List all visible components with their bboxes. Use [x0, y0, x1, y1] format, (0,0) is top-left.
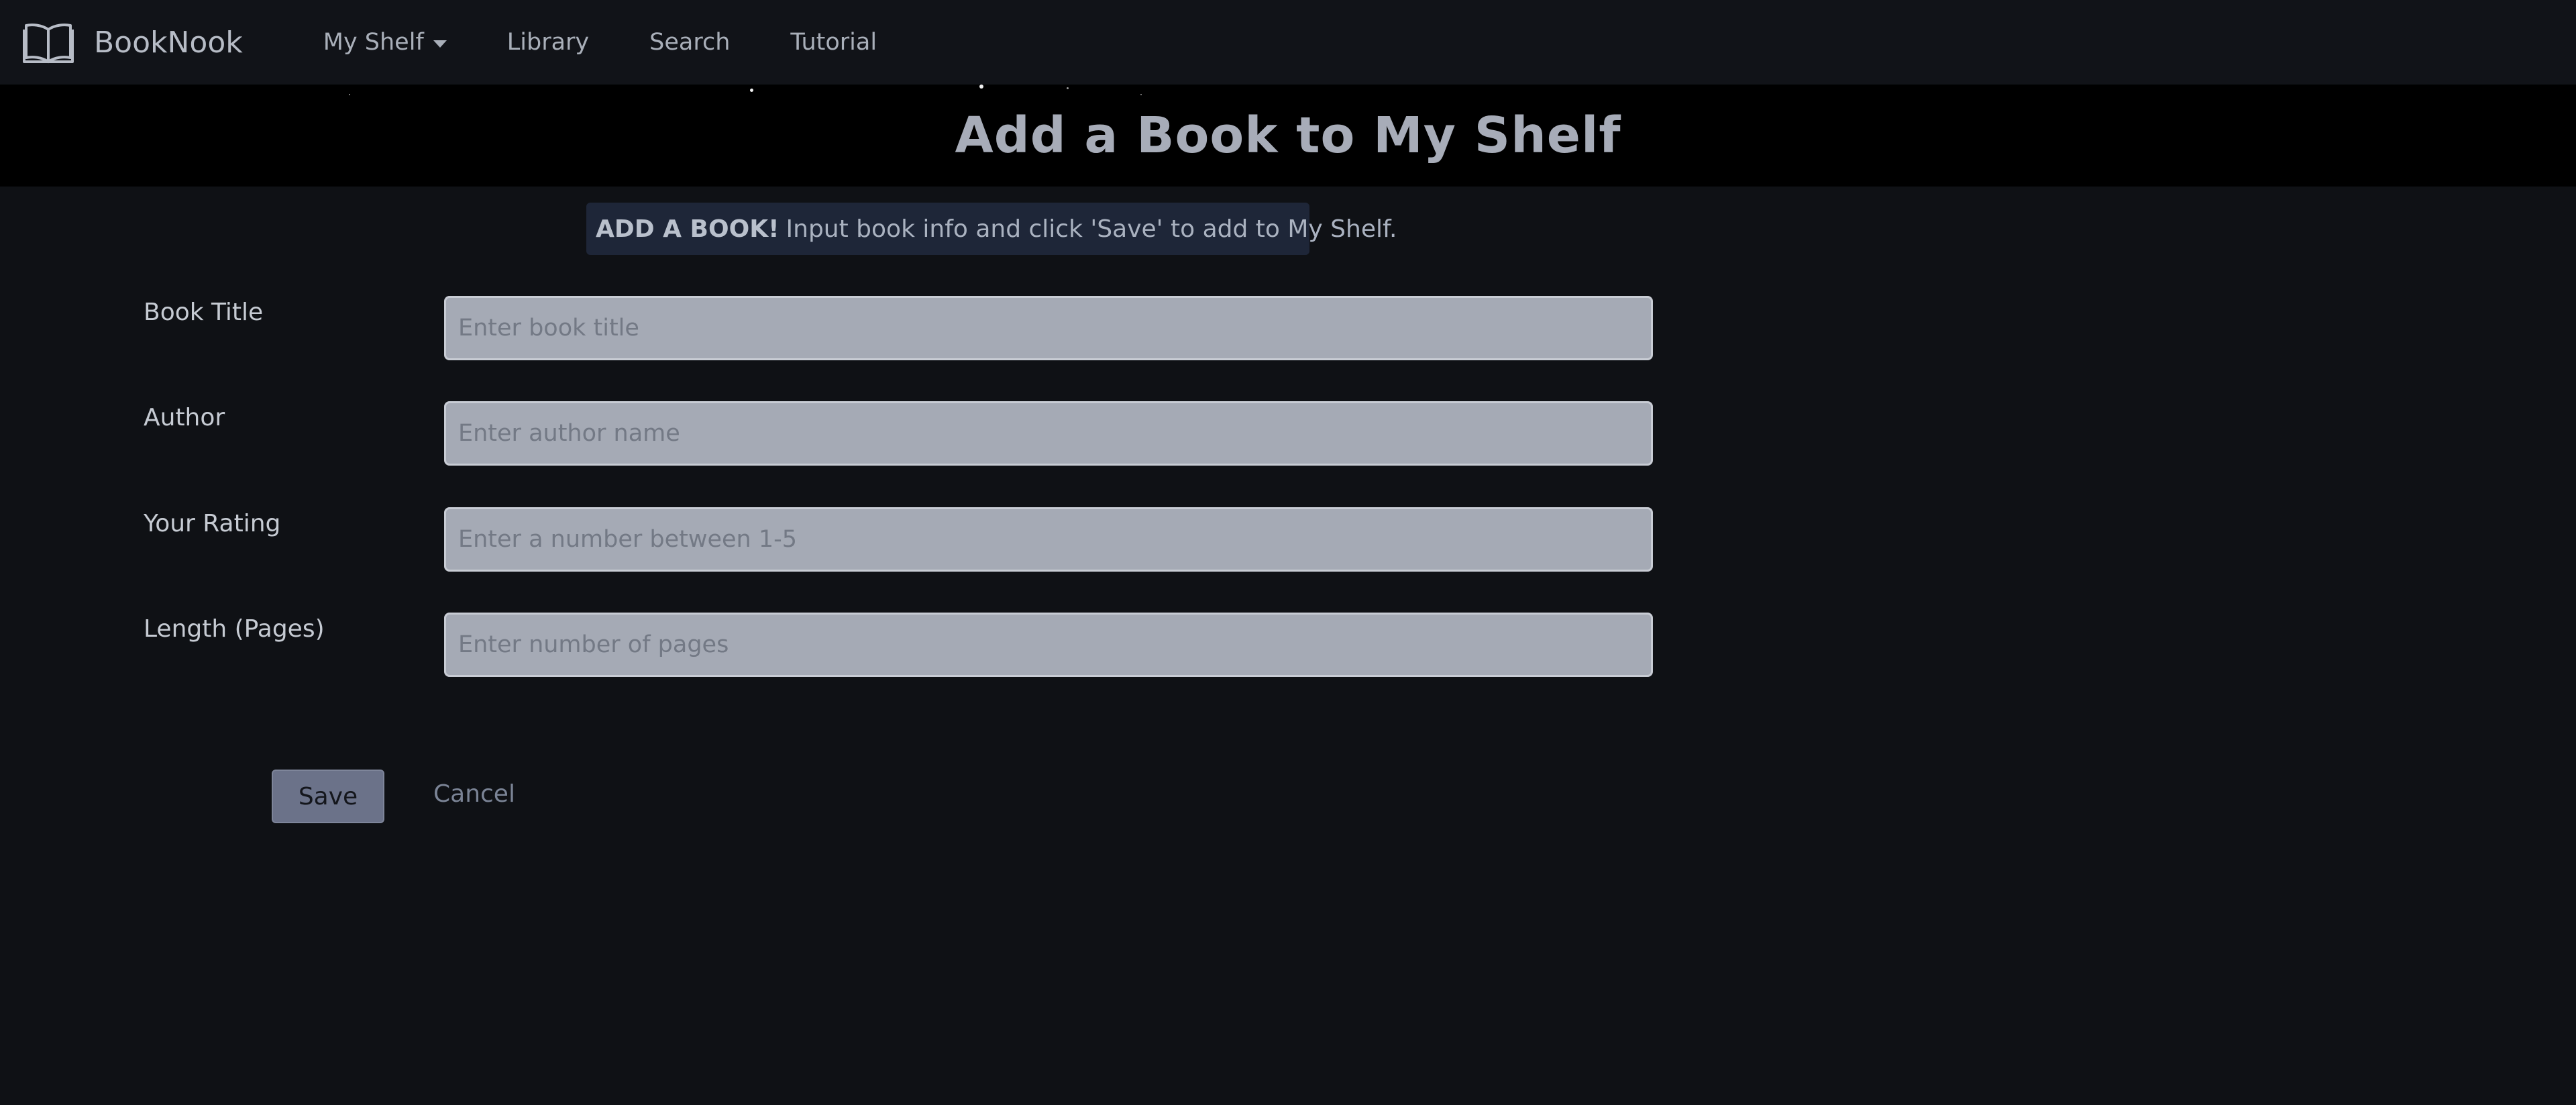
brand-link[interactable]: BookNook: [23, 0, 243, 85]
author-label: Author: [144, 404, 225, 431]
book-title-label: Book Title: [144, 299, 264, 326]
hero-banner: Add a Book to My Shelf: [0, 85, 2576, 187]
nav-item-library[interactable]: Library: [507, 29, 589, 56]
length-input[interactable]: [444, 613, 1653, 677]
nav-item-label: My Shelf: [323, 29, 424, 56]
caret-down-icon: [433, 40, 447, 48]
alert-text: Input book info and click 'Save' to add …: [786, 215, 1397, 243]
nav-item-tutorial[interactable]: Tutorial: [790, 29, 877, 56]
brand-name: BookNook: [94, 25, 243, 60]
info-alert: ADD A BOOK! Input book info and click 'S…: [586, 203, 1397, 255]
nav-item-search[interactable]: Search: [649, 29, 730, 56]
rating-input[interactable]: [444, 507, 1653, 572]
nav-item-label: Library: [506, 29, 590, 56]
nav-item-label: Tutorial: [790, 29, 877, 56]
navbar: BookNook My Shelf Library Search Tutoria…: [0, 0, 2576, 85]
cancel-link[interactable]: Cancel: [433, 780, 515, 808]
alert-heading: ADD A BOOK!: [596, 215, 780, 243]
form-row-rating: Your Rating: [0, 507, 2576, 572]
form-row-book-title: Book Title: [0, 296, 2576, 360]
page-title: Add a Book to My Shelf: [955, 107, 1621, 164]
nav-menu: My Shelf Library Search Tutorial: [323, 0, 937, 85]
save-button[interactable]: Save: [272, 770, 384, 823]
nav-item-my-shelf[interactable]: My Shelf: [323, 29, 447, 56]
length-label: Length (Pages): [144, 615, 325, 643]
form-row-author: Author: [0, 401, 2576, 466]
form-row-length: Length (Pages): [0, 613, 2576, 677]
open-book-icon: [23, 23, 74, 63]
nav-item-label: Search: [649, 29, 731, 56]
rating-label: Your Rating: [144, 510, 281, 537]
book-title-input[interactable]: [444, 296, 1653, 360]
author-input[interactable]: [444, 401, 1653, 466]
